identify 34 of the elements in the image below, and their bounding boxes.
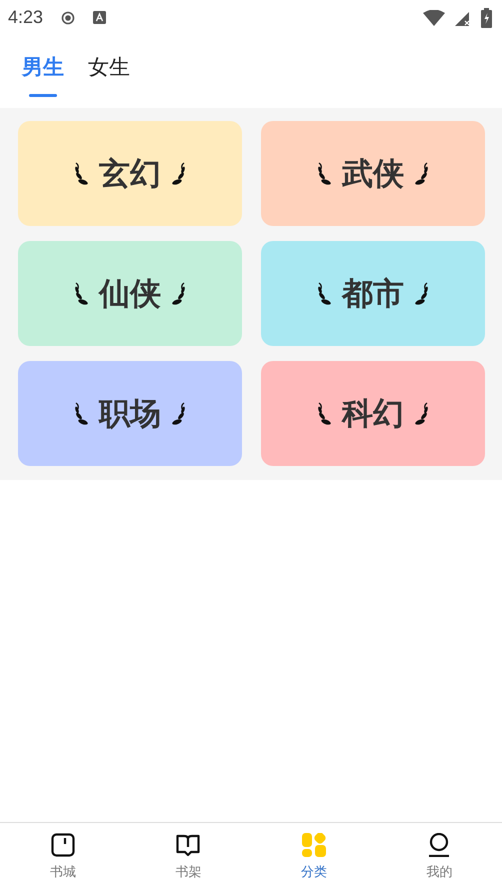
gender-tab[interactable]: 男生 <box>20 55 66 97</box>
profile-icon <box>427 833 452 857</box>
category-card[interactable]: 都市 <box>261 241 485 346</box>
laurel-icon <box>73 282 89 306</box>
laurel-icon <box>414 162 430 186</box>
category-card[interactable]: 科幻 <box>261 361 485 466</box>
laurel-icon <box>316 282 332 306</box>
laurel-icon <box>73 402 89 426</box>
laurel-icon <box>414 282 430 306</box>
record-icon <box>61 10 76 24</box>
battery-icon <box>481 8 492 28</box>
nav-tab[interactable]: 我的 <box>376 833 502 892</box>
nav-tab[interactable]: 分类 <box>251 833 376 892</box>
category-card[interactable]: 职场 <box>18 361 242 466</box>
wifi-icon <box>423 10 445 26</box>
laurel-icon <box>414 402 430 426</box>
laurel-icon <box>316 162 332 186</box>
laurel-icon <box>171 282 187 306</box>
laurel-icon <box>73 162 89 186</box>
laurel-icon <box>316 402 332 426</box>
keyboard-icon <box>93 11 106 24</box>
gender-tab[interactable]: 女生 <box>86 55 132 97</box>
category-card[interactable]: 仙侠 <box>18 241 242 346</box>
category-card[interactable]: 玄幻 <box>18 121 242 226</box>
book-icon <box>176 833 200 857</box>
laurel-icon <box>171 402 187 426</box>
nav-tab[interactable]: 书架 <box>126 833 251 892</box>
signal-icon <box>455 10 471 26</box>
laurel-icon <box>171 162 187 186</box>
status-time: 4:23 <box>8 7 44 28</box>
square-icon <box>50 833 75 857</box>
nav-tab[interactable]: 书城 <box>0 833 126 892</box>
category-card[interactable]: 武侠 <box>261 121 485 226</box>
category-icon <box>302 833 326 857</box>
